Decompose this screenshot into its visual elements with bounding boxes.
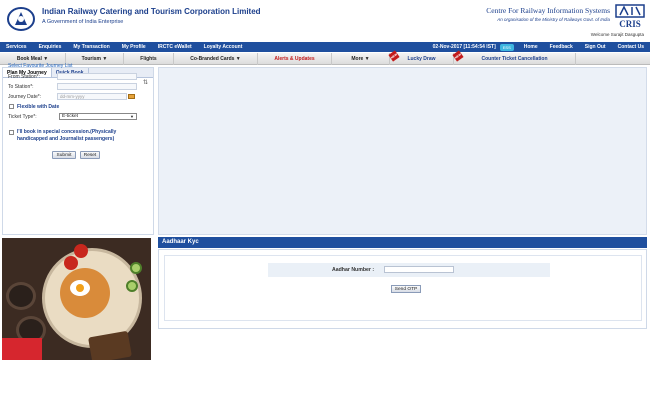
cris-logo-text: CRIS (619, 19, 641, 29)
ticket-type-value: E-ticket (62, 114, 78, 119)
menu-flights[interactable]: Flights (124, 52, 174, 65)
menu-lucky-draw[interactable]: NEW Lucky Draw (388, 49, 454, 65)
new-tag: NEW (452, 49, 464, 62)
concession-label: I'll book in special concession.(Physica… (17, 129, 117, 142)
nav-home[interactable]: Home (518, 44, 544, 50)
nav-my-profile[interactable]: My Profile (116, 44, 152, 50)
org-name: Indian Railway Catering and Tourism Corp… (42, 7, 261, 16)
nav-ewallet[interactable]: IRCTC eWallet (152, 44, 198, 50)
aadhaar-number-label: Aadhar Number : (332, 267, 375, 273)
irctc-logo-icon[interactable] (6, 6, 36, 32)
nav-feedback[interactable]: Feedback (544, 44, 579, 50)
menu-more[interactable]: More ▼ (332, 52, 390, 65)
content-area (158, 67, 647, 235)
welcome-text: Welcome Surajit Dasgupta (590, 32, 644, 37)
org-subtitle: A Government of India Enterprise (42, 19, 124, 25)
nav-contact-us[interactable]: Contact Us (612, 44, 650, 50)
nav-services[interactable]: Services (0, 44, 33, 50)
to-station-input[interactable] (57, 83, 137, 90)
nav-enquiries[interactable]: Enquiries (33, 44, 68, 50)
submit-button[interactable]: Submit (52, 151, 76, 159)
aadhaar-kyc-title: Aadhaar Kyc (158, 237, 647, 248)
cris-subtitle: An organisation of the Ministry of Railw… (497, 17, 610, 22)
cris-logo-icon: CRIS (615, 4, 645, 29)
ticket-type-select[interactable]: E-ticket ▼ (59, 113, 137, 120)
food-promo-image[interactable] (2, 238, 151, 360)
site-header: Indian Railway Catering and Tourism Corp… (0, 0, 650, 42)
cris-name: Centre For Railway Information Systems (486, 6, 610, 15)
aadhaar-number-input[interactable] (384, 266, 454, 273)
nav-sign-out[interactable]: Sign Out (579, 44, 612, 50)
chevron-down-icon: ▼ (130, 114, 134, 119)
ticket-type-label: Ticket Type*: (8, 114, 37, 120)
flexible-date-label: Flexible with Date (17, 104, 60, 110)
concession-checkbox[interactable] (9, 130, 14, 135)
nav-loyalty-account[interactable]: Loyalty Account (198, 44, 249, 50)
calendar-icon[interactable] (128, 94, 135, 99)
menu-co-branded-cards[interactable]: Co-Branded Cards ▼ (174, 52, 258, 65)
top-nav: Services Enquiries My Transaction My Pro… (0, 42, 650, 52)
menu-tourism[interactable]: Tourism ▼ (66, 52, 124, 65)
aadhaar-kyc-panel: Aadhar Number : Send OTP (158, 249, 647, 329)
journey-date-label: Journey Date*: (8, 94, 42, 100)
nav-my-transaction[interactable]: My Transaction (67, 44, 115, 50)
send-otp-button[interactable]: Send OTP (391, 285, 421, 293)
journey-date-input[interactable]: dd-mm-yyyy (57, 93, 127, 100)
flexible-date-checkbox[interactable] (9, 104, 14, 109)
menu-counter-ticket-cancellation-label: Counter Ticket Cancellation (481, 55, 548, 62)
menu-bar: Book Meal ▼ Tourism ▼ Flights Co-Branded… (0, 49, 650, 65)
swap-stations-icon[interactable]: ⇅ (143, 79, 148, 86)
to-station-label: To Station*: (8, 84, 34, 90)
new-tag: NEW (388, 49, 400, 62)
ess-badge[interactable]: ESS (499, 43, 514, 51)
favourite-journey-link[interactable]: Select Favourite Journey List (8, 63, 72, 69)
menu-alerts-updates[interactable]: Alerts & Updates (258, 52, 332, 65)
datetime-display: 02-Nov-2017 [11:54:54 IST] (432, 44, 496, 50)
menu-lucky-draw-label: Lucky Draw (407, 55, 436, 62)
from-station-label: From Station*: (8, 74, 40, 80)
from-station-input[interactable] (57, 73, 137, 80)
menu-counter-ticket-cancellation[interactable]: NEW Counter Ticket Cancellation (452, 49, 576, 65)
reset-button[interactable]: Reset (80, 151, 100, 159)
